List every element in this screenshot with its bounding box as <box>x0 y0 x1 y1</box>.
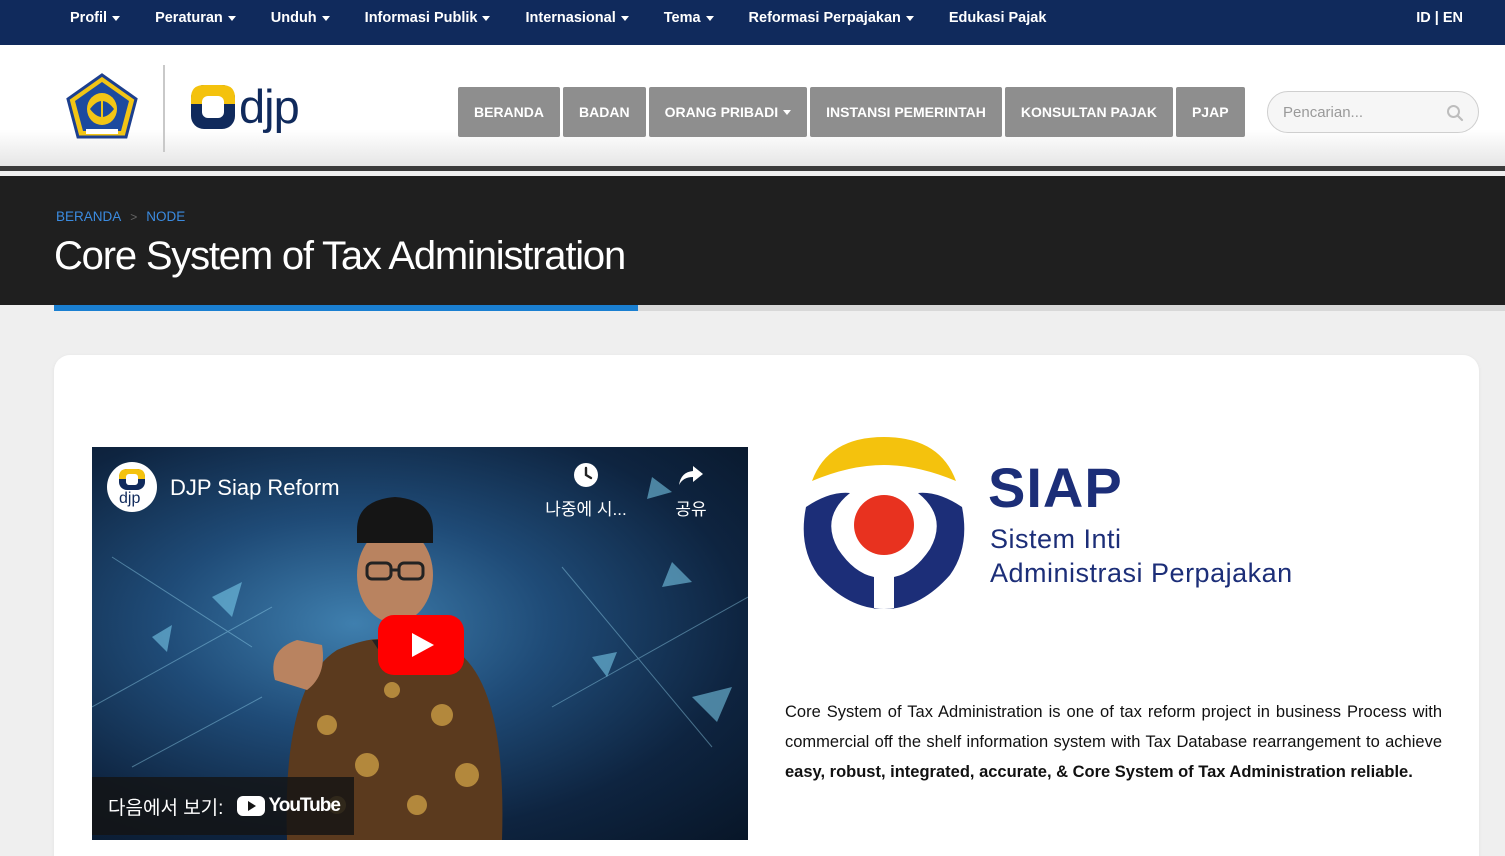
caret-down-icon <box>705 15 714 21</box>
share-label: 공유 <box>675 500 707 519</box>
page-title: Core System of Tax Administration <box>54 234 626 278</box>
topnav-informasi-publik[interactable]: Informasi Publik <box>365 10 491 26</box>
caret-down-icon <box>321 15 330 21</box>
djp-logo[interactable]: djp <box>190 80 300 133</box>
topnav-internasional[interactable]: Internasional <box>525 10 629 26</box>
topnav-label: Unduh <box>270 10 317 26</box>
top-menu: Profil Peraturan Unduh Informasi Publik … <box>70 0 1081 36</box>
watch-later-label: 나중에 시... <box>545 500 627 519</box>
channel-avatar-text: djp <box>119 490 141 507</box>
watch-on-label: 다음에서 보기: <box>108 797 224 819</box>
topnav-tema[interactable]: Tema <box>664 10 714 26</box>
topnav-edukasi-pajak[interactable]: Edukasi Pajak <box>949 10 1047 26</box>
kemenkeu-logo[interactable] <box>64 73 140 141</box>
play-button-icon[interactable] <box>378 615 464 675</box>
topnav-label: Edukasi Pajak <box>948 10 1047 26</box>
siap-subtitle-line2: Administrasi Perpajakan <box>990 558 1293 588</box>
youtube-logo: YouTube <box>237 795 341 817</box>
search-box <box>1267 91 1479 133</box>
nav-badan[interactable]: BADAN <box>563 87 646 137</box>
video-title[interactable]: DJP Siap Reform <box>170 475 340 501</box>
watch-later-button[interactable]: 나중에 시... <box>536 461 636 520</box>
caret-down-icon <box>227 15 236 21</box>
description-bold-text: easy, robust, integrated, accurate, & Co… <box>785 763 1413 781</box>
youtube-icon <box>237 796 266 816</box>
channel-avatar[interactable]: djp <box>107 462 157 512</box>
topnav-unduh[interactable]: Unduh <box>271 10 330 26</box>
caret-down-icon <box>112 15 121 21</box>
topnav-label: Informasi Publik <box>364 10 478 26</box>
nav-label: ORANG PRIBADI <box>664 104 779 120</box>
nav-beranda[interactable]: BERANDA <box>458 87 560 137</box>
nav-label: BERANDA <box>474 104 544 120</box>
topnav-peraturan[interactable]: Peraturan <box>155 10 236 26</box>
topnav-label: Peraturan <box>155 10 223 26</box>
title-accent-bar <box>54 305 638 311</box>
topnav-label: Internasional <box>525 10 616 26</box>
djp-mark-icon <box>191 84 235 129</box>
siap-subtitle-line1: Sistem Inti <box>990 524 1122 554</box>
caret-down-icon <box>783 109 792 115</box>
video-embed[interactable]: djp DJP Siap Reform 나중에 시... 공유 다음에서 보기:… <box>92 447 748 840</box>
nav-label: BADAN <box>579 104 630 120</box>
breadcrumb-home-link[interactable]: BERANDA <box>56 209 121 224</box>
nav-label: KONSULTAN PAJAK <box>1020 104 1157 120</box>
siap-name: SIAP <box>988 456 1123 519</box>
share-button[interactable]: 공유 <box>666 461 716 520</box>
breadcrumb-current-link[interactable]: NODE <box>146 209 185 224</box>
share-arrow-icon <box>679 466 703 485</box>
breadcrumb-separator: > <box>130 209 138 224</box>
search-input[interactable] <box>1283 103 1443 121</box>
breadcrumb: BERANDA > NODE <box>56 209 185 224</box>
caret-down-icon <box>905 15 914 21</box>
caret-down-icon <box>482 15 491 21</box>
topnav-label: Reformasi Perpajakan <box>748 10 901 26</box>
youtube-label: YouTube <box>268 795 340 816</box>
clock-icon <box>574 463 598 487</box>
header-divider <box>163 65 165 152</box>
watch-on-youtube-button[interactable]: 다음에서 보기: YouTube <box>92 777 354 835</box>
nav-label: PJAP <box>1191 104 1229 120</box>
top-navbar: Profil Peraturan Unduh Informasi Publik … <box>0 0 1505 45</box>
site-header: djp BERANDA BADAN ORANG PRIBADI INSTANSI… <box>0 45 1505 171</box>
search-icon[interactable] <box>1446 104 1464 122</box>
nav-pjap[interactable]: PJAP <box>1175 87 1245 137</box>
title-band: BERANDA > NODE Core System of Tax Admini… <box>0 176 1505 305</box>
topnav-reformasi-perpajakan[interactable]: Reformasi Perpajakan <box>749 10 914 26</box>
lang-separator: | <box>1434 10 1439 26</box>
nav-label: INSTANSI PEMERINTAH <box>826 104 986 120</box>
djp-logo-text: djp <box>239 80 300 133</box>
lang-id-link[interactable]: ID <box>1416 10 1431 26</box>
description-text: Core System of Tax Administration is one… <box>785 703 1442 751</box>
caret-down-icon <box>620 15 629 21</box>
description-paragraph: Core System of Tax Administration is one… <box>785 697 1442 787</box>
title-underline <box>638 305 1505 311</box>
lang-en-link[interactable]: EN <box>1443 10 1463 26</box>
nav-orang-pribadi[interactable]: ORANG PRIBADI <box>648 87 808 137</box>
main-nav: BERANDA BADAN ORANG PRIBADI INSTANSI PEM… <box>458 87 1248 137</box>
topnav-label: Tema <box>663 10 701 26</box>
language-switcher: ID | EN <box>1416 0 1463 36</box>
nav-konsultan-pajak[interactable]: KONSULTAN PAJAK <box>1004 87 1173 137</box>
topnav-profil[interactable]: Profil <box>70 10 121 26</box>
siap-logo-icon <box>803 437 965 609</box>
topnav-label: Profil <box>70 10 108 26</box>
nav-instansi-pemerintah[interactable]: INSTANSI PEMERINTAH <box>810 87 1002 137</box>
